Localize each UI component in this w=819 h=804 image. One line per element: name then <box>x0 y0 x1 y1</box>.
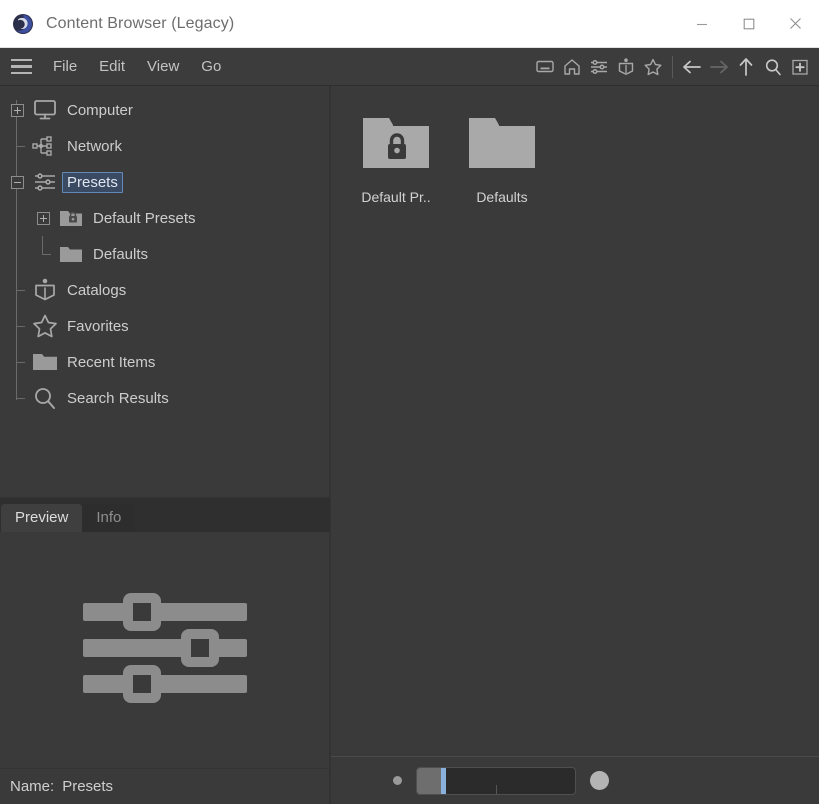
expand-toggle-icon[interactable] <box>6 103 28 117</box>
tree-item-label: Default Presets <box>93 209 196 227</box>
tree-item-computer[interactable]: Computer <box>0 92 329 128</box>
search-icon[interactable] <box>760 52 786 82</box>
menu-toolbar: File Edit View Go <box>0 48 819 86</box>
content-item-default-presets[interactable]: Default Pr.. <box>345 108 447 205</box>
toolbar <box>532 52 819 82</box>
tree-connector <box>6 308 28 344</box>
tree-item-label: Presets <box>62 171 123 193</box>
folder-icon <box>466 112 538 179</box>
tree-item-recent-items[interactable]: Recent Items <box>0 344 329 380</box>
content-item-defaults[interactable]: Defaults <box>451 108 553 205</box>
tree-connector <box>6 128 28 164</box>
sliders-icon <box>28 170 62 194</box>
workspace: Computer Network Presets Default Presets… <box>0 86 819 804</box>
name-label: Name: <box>10 778 55 795</box>
tree-item-presets[interactable]: Presets <box>0 164 329 200</box>
tree-connector <box>6 380 28 416</box>
slider-tick <box>496 784 497 794</box>
content-item-label: Defaults <box>476 189 528 205</box>
tree-connector <box>6 344 28 380</box>
catalog-book-icon[interactable] <box>613 52 639 82</box>
window-controls <box>678 0 819 47</box>
tree-connector <box>6 272 28 308</box>
tree-item-search-results[interactable]: Search Results <box>0 380 329 416</box>
tree-item-defaults[interactable]: Defaults <box>0 236 329 272</box>
menu-item-edit[interactable]: Edit <box>88 48 136 86</box>
arrow-left-icon[interactable] <box>679 52 705 82</box>
monitor-icon <box>28 98 62 122</box>
slider-handle[interactable] <box>441 767 446 794</box>
thumbnail-size-slider[interactable] <box>416 766 576 795</box>
tree-item-default-presets[interactable]: Default Presets <box>0 200 329 236</box>
minimize-button[interactable] <box>678 0 725 47</box>
content-icon-grid[interactable]: Default Pr.. Defaults <box>331 86 819 756</box>
tab-info[interactable]: Info <box>82 504 136 532</box>
close-button[interactable] <box>772 0 819 47</box>
tree-item-label: Favorites <box>67 317 129 335</box>
tree-item-label: Network <box>67 137 123 155</box>
tree-item-label: Catalogs <box>67 281 127 299</box>
maximize-button[interactable] <box>725 0 772 47</box>
large-thumbnail-size-icon[interactable] <box>590 771 609 790</box>
tree-item-favorites[interactable]: Favorites <box>0 308 329 344</box>
content-item-label: Default Pr.. <box>361 189 431 205</box>
cinema4d-logo-icon <box>12 13 34 35</box>
menu-item-file[interactable]: File <box>42 48 88 86</box>
title-bar: Content Browser (Legacy) <box>0 0 819 48</box>
slider-fill <box>417 767 441 794</box>
arrow-up-icon[interactable] <box>733 52 759 82</box>
sliders-icon[interactable] <box>586 52 612 82</box>
folder-icon <box>54 242 88 266</box>
content-column: Default Pr.. Defaults <box>330 86 819 804</box>
tree-item-label: Search Results <box>67 389 169 407</box>
navigation-tree[interactable]: Computer Network Presets Default Presets… <box>0 86 330 498</box>
menu-item-view[interactable]: View <box>136 48 190 86</box>
sliders-large-icon <box>81 583 249 718</box>
tree-item-network[interactable]: Network <box>0 128 329 164</box>
arrow-right-icon[interactable] <box>706 52 732 82</box>
computer-icon[interactable] <box>532 52 558 82</box>
folder-locked-icon <box>360 112 432 179</box>
tree-connector <box>32 236 54 272</box>
tree-item-label: Defaults <box>93 245 149 263</box>
expand-toggle-icon[interactable] <box>32 211 54 225</box>
window-title: Content Browser (Legacy) <box>46 14 235 32</box>
preview-tabs: Preview Info <box>0 498 330 532</box>
small-thumbnail-size-icon[interactable] <box>393 776 402 785</box>
search-icon <box>28 385 62 411</box>
tree-item-label: Recent Items <box>67 353 156 371</box>
star-icon[interactable] <box>640 52 666 82</box>
home-icon[interactable] <box>559 52 585 82</box>
hamburger-menu-icon[interactable] <box>0 58 42 75</box>
tree-item-label: Computer <box>67 101 133 119</box>
network-icon <box>28 134 62 158</box>
tab-preview[interactable]: Preview <box>1 504 83 532</box>
add-box-icon[interactable] <box>787 52 813 82</box>
name-value: Presets <box>62 778 114 795</box>
menu-item-go[interactable]: Go <box>190 48 232 86</box>
left-column: Computer Network Presets Default Presets… <box>0 86 330 804</box>
toolbar-separator <box>672 55 673 78</box>
catalog-book-icon <box>28 277 62 303</box>
star-icon <box>28 313 62 339</box>
preview-pane <box>0 532 330 768</box>
folder-icon <box>28 349 62 375</box>
status-bar <box>331 756 819 804</box>
name-status-bar: Name: Presets <box>0 768 330 804</box>
folder-locked-icon <box>54 206 88 230</box>
tree-item-catalogs[interactable]: Catalogs <box>0 272 329 308</box>
collapse-toggle-icon[interactable] <box>6 175 28 189</box>
